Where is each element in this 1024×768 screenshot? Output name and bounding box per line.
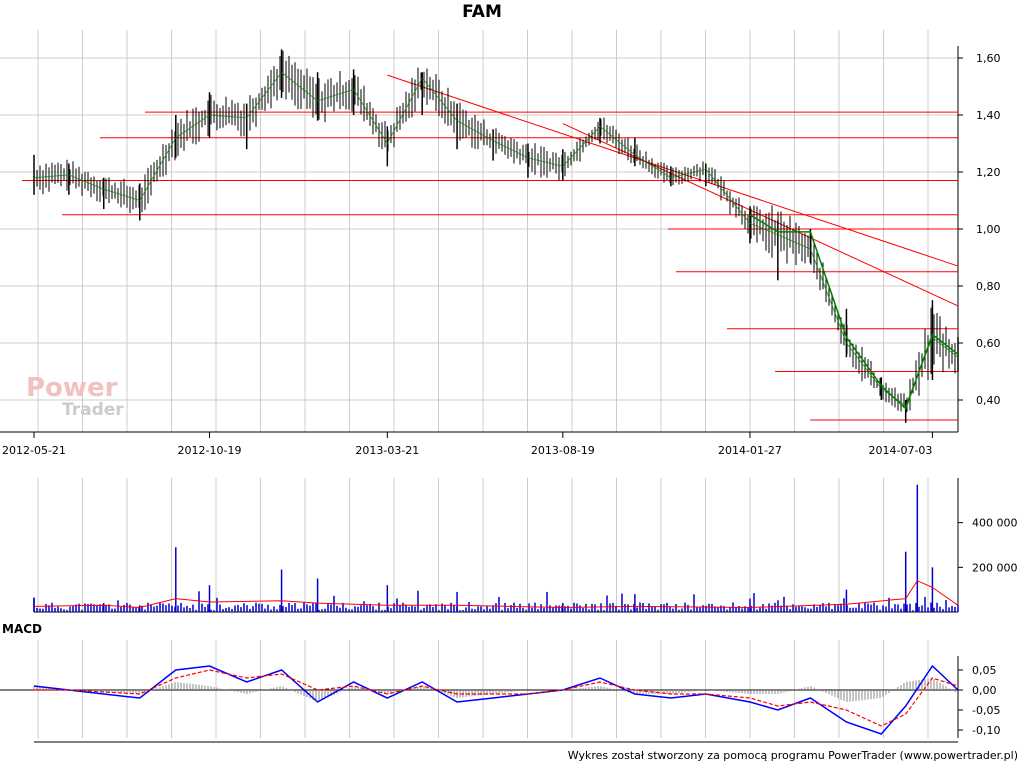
footer-credit: Wykres został stworzony za pomocą progra…: [567, 749, 1018, 762]
chart-svg: 0,40 0,60 0,80 1,00 1,20 1,40 1,60 2012-05-21 20…: [0, 30, 1018, 743]
macd-label: MACD: [2, 622, 42, 636]
x-tick-label: 2012-10-19: [178, 444, 242, 457]
y-tick-label: 0,60: [976, 337, 1001, 350]
volume-tick-label: 200 000: [972, 561, 1018, 574]
y-tick-label: 1,60: [976, 52, 1001, 65]
macd-tick-label: -0,05: [972, 704, 1000, 717]
y-tick-label: 0,80: [976, 280, 1001, 293]
macd-tick-label: -0,10: [972, 724, 1000, 737]
macd-tick-label: 0,05: [972, 664, 997, 677]
y-tick-label: 1,00: [976, 223, 1001, 236]
volume-tick-label: 400 000: [972, 517, 1018, 530]
watermark-trader: Trader: [62, 400, 124, 420]
watermark-power: Power: [26, 373, 118, 403]
x-tick-label: 2013-08-19: [531, 444, 595, 457]
x-tick-label: 2014-01-27: [718, 444, 782, 457]
macd-line: [33, 664, 959, 735]
x-tick-label: 2014-07-03: [868, 444, 932, 457]
chart-stage: FAM 0,40 0,60 0,80 1,00 1,20 1,40 1,60 2012-05-…: [0, 0, 1024, 768]
y-tick-label: 0,40: [976, 394, 1001, 407]
close-line: [33, 71, 959, 407]
macd-tick-label: 0,00: [972, 684, 997, 697]
x-tick-label: 2013-03-21: [355, 444, 419, 457]
y-tick-label: 1,20: [976, 166, 1001, 179]
x-tick-label: 2012-05-21: [2, 444, 66, 457]
y-tick-label: 1,40: [976, 109, 1001, 122]
